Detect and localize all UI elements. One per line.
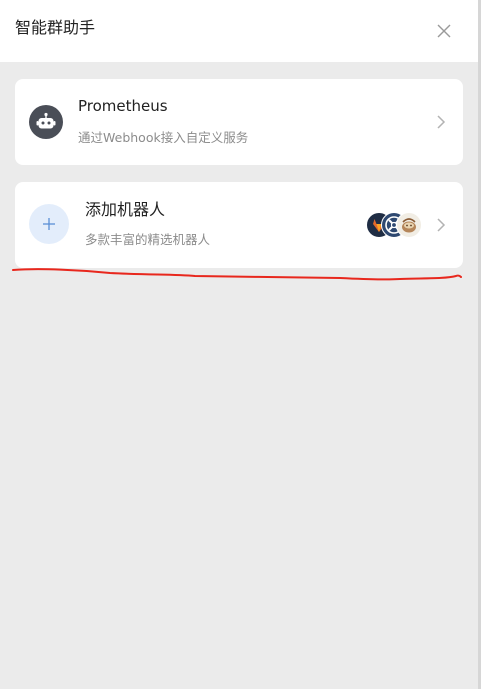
plus-icon (43, 218, 55, 230)
card-subtitle: 通过Webhook接入自定义服务 (78, 130, 249, 145)
close-icon (437, 24, 451, 38)
chevron-right-icon (437, 218, 446, 232)
robot-avatar-stack (366, 212, 426, 238)
annotation-underline (12, 268, 462, 281)
close-button[interactable] (433, 20, 455, 42)
add-robot-card[interactable]: 添加机器人 多款丰富的精选机器人 (15, 182, 463, 268)
prometheus-card[interactable]: Prometheus 通过Webhook接入自定义服务 (15, 79, 463, 165)
chevron-right-icon (437, 115, 446, 129)
dialog-title: 智能群助手 (15, 18, 96, 37)
card-title: 添加机器人 (85, 200, 166, 219)
card-subtitle: 多款丰富的精选机器人 (85, 232, 211, 247)
robot-avatar (29, 105, 63, 139)
robot-icon (36, 112, 56, 129)
bot-icon (396, 212, 422, 238)
plus-avatar (29, 204, 69, 244)
dialog-header: 智能群助手 (0, 0, 481, 62)
card-title: Prometheus (78, 97, 168, 115)
